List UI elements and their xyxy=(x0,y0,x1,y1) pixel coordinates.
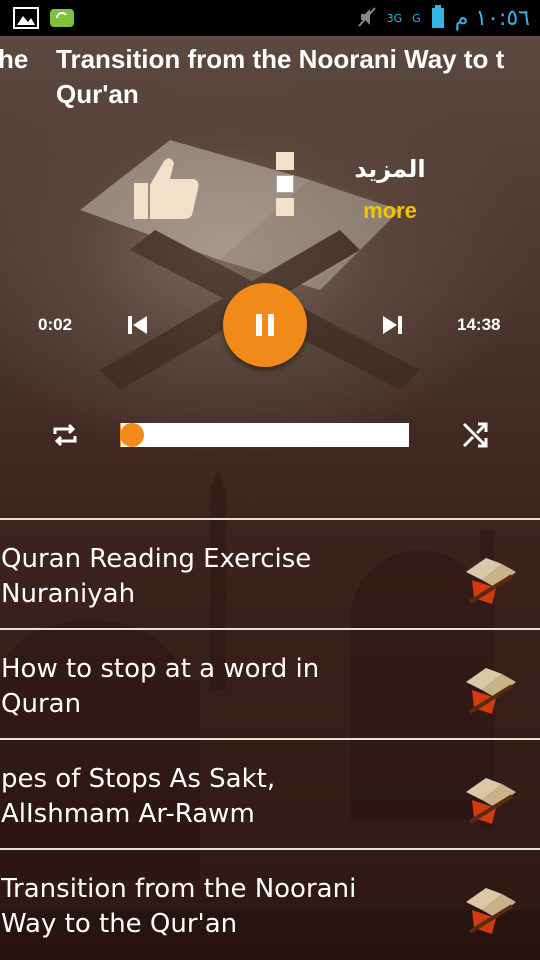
seek-bar-thumb[interactable] xyxy=(119,423,144,447)
skip-previous-icon[interactable] xyxy=(126,314,150,336)
shuffle-icon[interactable] xyxy=(461,421,489,449)
repeat-icon[interactable] xyxy=(50,420,80,450)
pause-icon xyxy=(256,314,274,336)
title-line-1: Transition from the Noorani Way to t xyxy=(56,44,505,74)
quran-book-icon xyxy=(466,888,516,934)
battery-icon xyxy=(431,4,445,32)
list-item[interactable]: Quran Reading Exercise Nuraniyah xyxy=(0,518,540,628)
list-item-title: pes of Stops As Sakt, AlIshmam Ar-Rawm xyxy=(1,762,381,832)
now-playing-title: he Transition from the Noorani Way to t … xyxy=(0,42,540,116)
sync-notification-icon xyxy=(48,6,76,30)
more-arabic-label[interactable]: المزيد xyxy=(350,155,430,183)
list-item-line-1: pes of Stops As Sakt, xyxy=(1,764,276,794)
current-time: 0:02 xyxy=(38,315,73,334)
list-item[interactable]: How to stop at a word in Quran xyxy=(0,628,540,738)
quran-book-icon xyxy=(466,668,516,714)
status-bar: 3G G ١٠:٥٦ م xyxy=(0,0,540,36)
menu-dots-icon[interactable] xyxy=(276,152,296,221)
thumbs-up-icon[interactable] xyxy=(130,155,202,221)
skip-next-icon[interactable] xyxy=(380,314,404,336)
clock: ١٠:٥٦ م xyxy=(454,5,530,31)
title-marquee-fragment: he xyxy=(0,44,29,74)
network-g-label: G xyxy=(412,11,421,25)
list-item-line-1: Quran Reading Exercise xyxy=(1,544,312,574)
list-item-line-1: How to stop at a word in xyxy=(1,654,320,684)
list-item-title: How to stop at a word in Quran xyxy=(1,652,381,722)
list-item-line-2: Nuraniyah xyxy=(1,579,136,609)
gallery-notification-icon xyxy=(12,6,40,30)
list-item-line-2: Way to the Qur'an xyxy=(1,909,238,939)
quran-book-icon xyxy=(466,558,516,604)
pause-button[interactable] xyxy=(223,283,307,367)
list-item-line-2: Quran xyxy=(1,689,82,719)
list-item[interactable]: pes of Stops As Sakt, AlIshmam Ar-Rawm xyxy=(0,738,540,848)
playlist: Quran Reading Exercise Nuraniyah How to … xyxy=(0,518,540,958)
mute-icon xyxy=(357,6,377,31)
seek-bar[interactable] xyxy=(120,423,409,447)
list-item-line-1: Transition from the Noorani xyxy=(1,874,357,904)
list-item[interactable]: Transition from the Noorani Way to the Q… xyxy=(0,848,540,958)
list-item-title: Transition from the Noorani Way to the Q… xyxy=(1,872,381,942)
list-item-line-2: AlIshmam Ar-Rawm xyxy=(1,799,255,829)
quran-book-icon xyxy=(466,778,516,824)
title-line-2: Qur'an xyxy=(56,79,139,109)
more-button[interactable]: more xyxy=(350,198,430,224)
total-time: 14:38 xyxy=(457,315,501,334)
network-3g-label: 3G xyxy=(386,11,403,25)
list-item-title: Quran Reading Exercise Nuraniyah xyxy=(1,542,381,612)
